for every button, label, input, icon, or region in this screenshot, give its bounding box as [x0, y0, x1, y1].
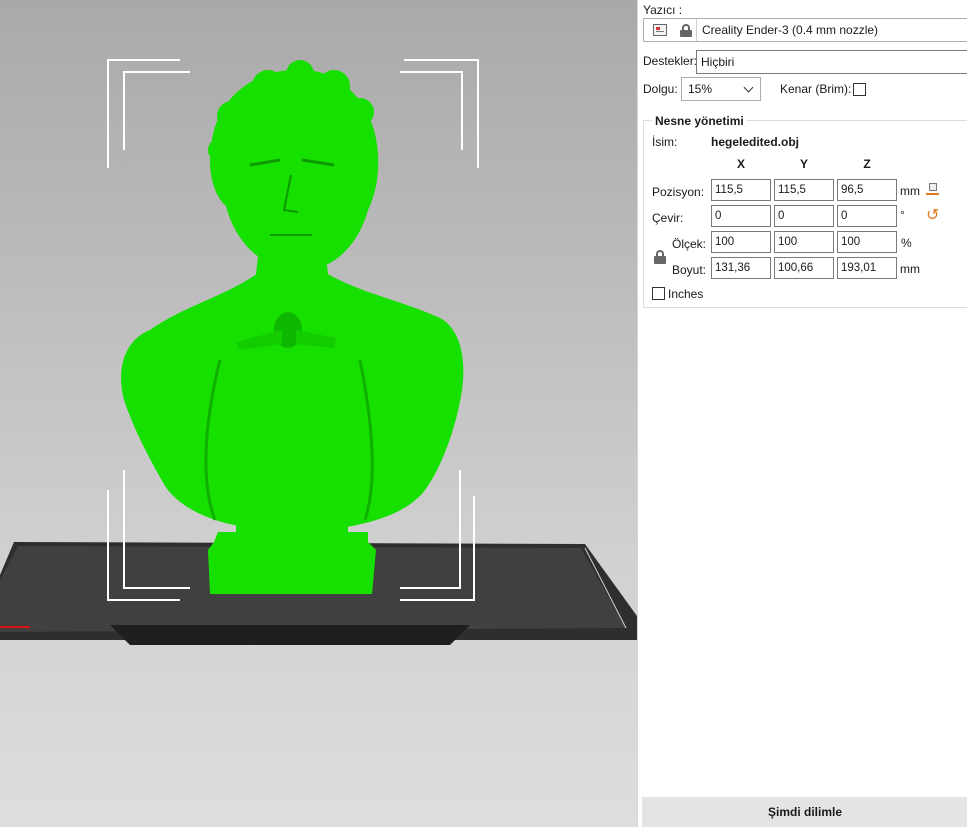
reset-rotation-icon[interactable]: ↺: [926, 207, 939, 223]
lock-icon: [680, 24, 692, 37]
position-y-input[interactable]: 115,5: [774, 179, 834, 201]
position-x-input[interactable]: 115,5: [711, 179, 771, 201]
scale-y-input[interactable]: 100: [774, 231, 834, 253]
size-unit: mm: [900, 262, 920, 276]
printer-name: Creality Ender-3 (0.4 mm nozzle): [702, 23, 879, 37]
chevron-down-icon: [743, 82, 754, 93]
infill-select[interactable]: 15%: [681, 77, 761, 101]
supports-select[interactable]: Hiçbiri: [696, 50, 967, 74]
scene-canvas[interactable]: [0, 0, 637, 827]
scale-lock-icon[interactable]: [654, 250, 666, 264]
infill-label: Dolgu:: [643, 82, 678, 96]
size-label: Boyut:: [672, 263, 707, 277]
inches-label: Inches: [668, 287, 704, 301]
position-unit: mm: [900, 184, 920, 198]
size-y-input[interactable]: 100,66: [774, 257, 834, 279]
axis-x-header: X: [736, 157, 745, 171]
brim-checkbox[interactable]: [853, 83, 866, 96]
rotation-y-input[interactable]: 0: [774, 205, 834, 227]
scale-label: Ölçek:: [672, 237, 707, 251]
brim-label: Kenar (Brim):: [780, 82, 852, 96]
axis-z-header: Z: [863, 157, 871, 171]
position-label: Pozisyon:: [652, 185, 705, 199]
inches-checkbox[interactable]: [652, 287, 665, 300]
slice-now-button[interactable]: Şimdi dilimle: [642, 797, 967, 827]
3d-model[interactable]: [121, 60, 464, 594]
rotation-z-input[interactable]: 0: [837, 205, 897, 227]
scale-x-input[interactable]: 100: [711, 231, 771, 253]
object-manager-title: Nesne yönetimi: [652, 114, 747, 128]
rotation-x-input[interactable]: 0: [711, 205, 771, 227]
scale-unit: %: [901, 236, 912, 250]
printer-select[interactable]: Creality Ender-3 (0.4 mm nozzle): [643, 18, 967, 42]
printer-settings-icon[interactable]: [653, 24, 667, 36]
3d-viewport[interactable]: [0, 0, 637, 827]
rotation-unit: °: [900, 208, 905, 222]
position-z-input[interactable]: 96,5: [837, 179, 897, 201]
printer-label: Yazıcı :: [643, 3, 683, 17]
scale-z-input[interactable]: 100: [837, 231, 897, 253]
rotation-label: Çevir:: [652, 211, 684, 225]
infill-value: 15%: [688, 82, 713, 96]
size-x-input[interactable]: 131,36: [711, 257, 771, 279]
drop-to-bed-icon[interactable]: [926, 183, 939, 196]
supports-label: Destekler:: [643, 54, 698, 68]
object-name-label: İsim:: [652, 135, 678, 149]
size-z-input[interactable]: 193,01: [837, 257, 897, 279]
settings-panel: Yazıcı : Creality Ender-3 (0.4 mm nozzle…: [637, 0, 967, 827]
object-name-value: hegeledited.obj: [711, 135, 800, 149]
axis-y-header: Y: [799, 157, 808, 171]
